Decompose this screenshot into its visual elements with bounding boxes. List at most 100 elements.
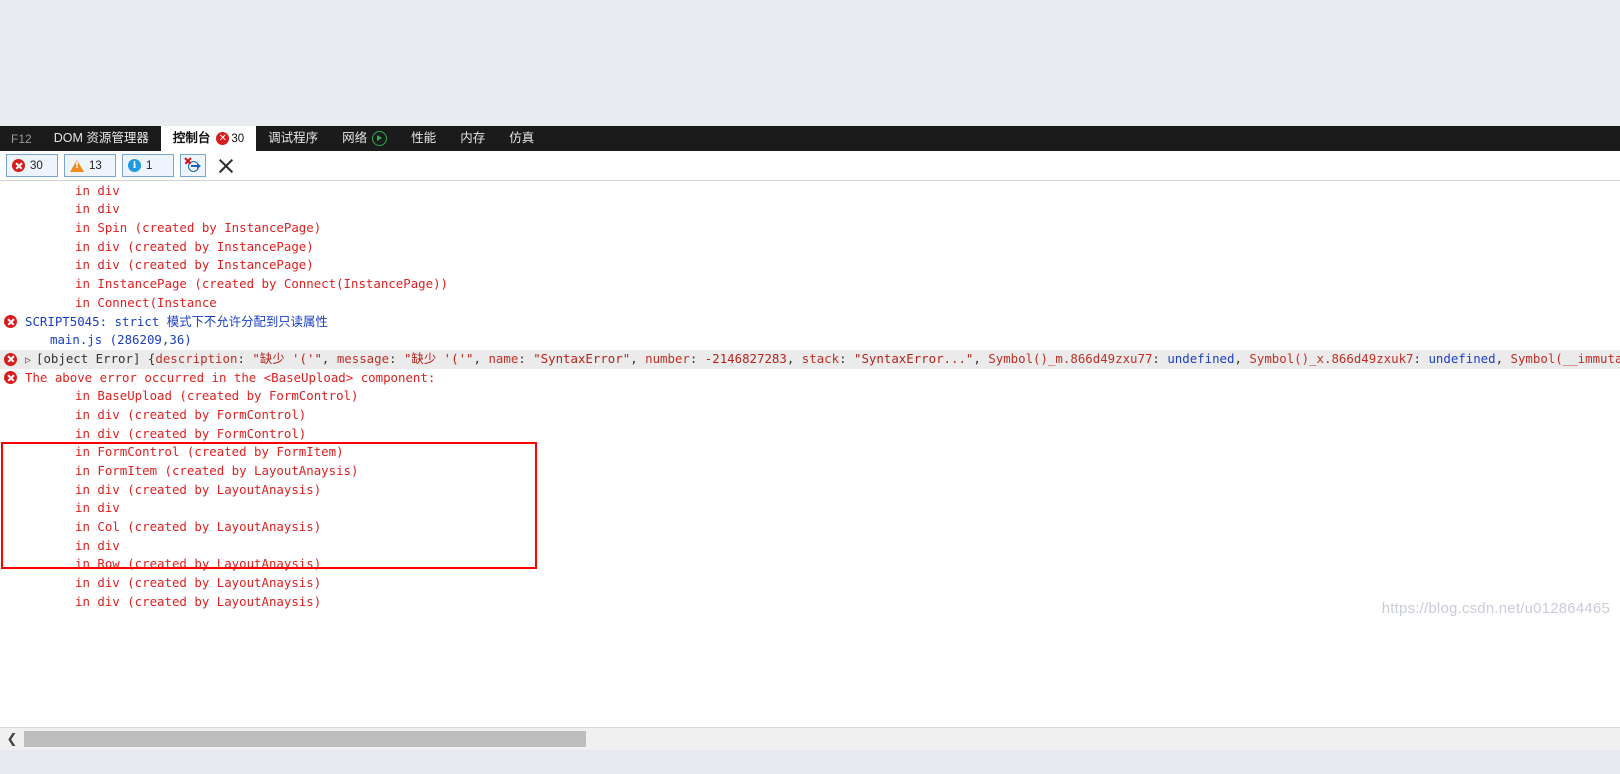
console-log-line[interactable]: main.js (286209,36): [0, 331, 1620, 350]
object-token-plain: ,: [630, 350, 646, 366]
tab-console-error-count: 30: [231, 132, 245, 145]
tab-console-label: 控制台: [172, 131, 211, 146]
console-log-list: in Connect(TemplateForm) (created by Ins…: [0, 181, 1620, 612]
console-log-line[interactable]: in Spin (created by InstancePage): [0, 219, 1620, 238]
console-log-line[interactable]: in Row (created by LayoutAnaysis): [0, 555, 1620, 574]
console-log-line[interactable]: in div (created by LayoutAnaysis): [0, 574, 1620, 593]
object-token-str: "SyntaxError...": [854, 350, 974, 366]
stack-trace-entry: in InstancePage (created by Connect(Inst…: [75, 276, 448, 292]
close-icon: [184, 157, 192, 165]
console-log-line[interactable]: in BaseUpload (created by FormControl): [0, 387, 1620, 406]
console-log-line[interactable]: ▷ [object Error] {description: "缺少 '('", …: [0, 349, 1620, 369]
filter-warnings-button[interactable]: 13: [64, 154, 116, 177]
stack-trace-entry: in div (created by InstancePage): [75, 238, 314, 254]
console-log-viewport[interactable]: in Connect(TemplateForm) (created by Ins…: [0, 181, 1620, 619]
tab-network-label: 网络: [342, 131, 368, 146]
object-token-plain: :: [389, 350, 404, 366]
tab-dom-explorer[interactable]: DOM 资源管理器: [42, 126, 161, 151]
console-log-line[interactable]: in div (created by LayoutAnaysis): [0, 481, 1620, 500]
stack-trace-entry: in Col (created by LayoutAnaysis): [75, 519, 322, 535]
object-token-undef: undefined: [1428, 350, 1496, 366]
object-token-str: "缺少 '('": [252, 350, 322, 366]
object-token-str: "缺少 '('": [403, 350, 474, 366]
stack-trace-entry: in Spin (created by InstancePage): [75, 220, 322, 236]
devtools-panel: F12 DOM 资源管理器 控制台 ✕ 30 调试程序 网络 性能 内存 仿真: [0, 126, 1620, 774]
object-token-plain: ,: [973, 350, 989, 366]
filter-errors-button[interactable]: 30: [6, 154, 58, 177]
stack-trace-entry: in div: [75, 500, 120, 516]
filter-info-button[interactable]: 1: [122, 154, 174, 177]
scroll-left-arrow-icon[interactable]: ❮: [0, 728, 24, 750]
info-icon: [128, 159, 141, 172]
object-token-key: message: [336, 350, 390, 366]
console-log-line[interactable]: in FormControl (created by FormItem): [0, 443, 1620, 462]
console-log-line[interactable]: in div (created by InstancePage): [0, 238, 1620, 257]
console-log-line[interactable]: in div: [0, 499, 1620, 518]
error-code: SCRIPT5045:: [25, 313, 108, 329]
tab-debugger[interactable]: 调试程序: [256, 126, 330, 151]
source-location-link[interactable]: main.js (286209,36): [50, 332, 192, 347]
error-count-label: 30: [30, 159, 43, 172]
warning-icon: [70, 159, 84, 172]
tab-performance[interactable]: 性能: [399, 126, 448, 151]
object-token-undef: undefined: [1167, 350, 1235, 366]
tab-dom-explorer-label: DOM 资源管理器: [53, 131, 149, 146]
console-log-line[interactable]: in FormItem (created by LayoutAnaysis): [0, 462, 1620, 481]
error-icon: [12, 159, 25, 172]
clear-on-navigate-toggle[interactable]: [180, 154, 206, 177]
console-log-line[interactable]: in div (created by FormControl): [0, 425, 1620, 444]
console-log-line[interactable]: in div: [0, 182, 1620, 201]
clear-console-button[interactable]: [215, 155, 237, 177]
console-log-line[interactable]: in div: [0, 200, 1620, 219]
tab-memory[interactable]: 内存: [448, 126, 497, 151]
object-token-plain: :: [689, 350, 705, 366]
object-token-key: stack: [801, 350, 840, 366]
arrow-right-icon: [191, 163, 201, 169]
object-token-str: "SyntaxError": [533, 350, 631, 366]
console-log-line[interactable]: in InstancePage (created by Connect(Inst…: [0, 275, 1620, 294]
object-token-plain: ,: [473, 350, 489, 366]
stack-trace-entry: in div: [75, 537, 120, 553]
devtools-tabstrip: F12 DOM 资源管理器 控制台 ✕ 30 调试程序 网络 性能 内存 仿真: [0, 126, 1620, 151]
stack-trace-entry: in BaseUpload (created by FormControl): [75, 388, 359, 404]
console-horizontal-scrollbar[interactable]: ❮: [0, 727, 1620, 750]
console-log-line[interactable]: in Col (created by LayoutAnaysis): [0, 518, 1620, 537]
console-log-line[interactable]: in div: [0, 537, 1620, 556]
object-token-key: description: [155, 350, 238, 366]
object-token-plain: ,: [786, 350, 802, 366]
tab-network[interactable]: 网络: [330, 126, 399, 151]
object-token-key: Symbol()_x.866d49zxuk7: [1249, 350, 1414, 366]
object-label: [object Error]: [36, 350, 148, 366]
object-token-plain: :: [237, 350, 253, 366]
error-message: The above error occurred in the <BaseUpl…: [25, 369, 436, 385]
console-log-line[interactable]: SCRIPT5045: strict 模式下不允许分配到只读属性: [0, 313, 1620, 332]
stack-trace-entry: in div: [75, 182, 120, 198]
console-log-line[interactable]: The above error occurred in the <BaseUpl…: [0, 369, 1620, 388]
error-icon: ✕: [216, 132, 230, 145]
scrollbar-track[interactable]: [586, 728, 1620, 750]
object-token-key: name: [488, 350, 519, 366]
error-icon: [4, 352, 17, 366]
stack-trace-entry: in div (created by FormControl): [75, 425, 307, 441]
tab-debugger-label: 调试程序: [268, 131, 319, 146]
tab-memory-label: 内存: [460, 131, 486, 146]
tab-console[interactable]: 控制台 ✕ 30: [160, 126, 257, 151]
bottom-status-strip: [0, 749, 1620, 774]
object-token-plain: :: [1152, 350, 1168, 366]
error-icon: [4, 315, 17, 329]
stack-trace-entry: in div (created by LayoutAnaysis): [75, 593, 322, 609]
console-log-line[interactable]: in div (created by FormControl): [0, 406, 1620, 425]
info-count-label: 1: [146, 159, 153, 172]
tab-emulation[interactable]: 仿真: [497, 126, 546, 151]
object-token-key: Symbol(__immutablehash__)_11.866d4: [1510, 350, 1620, 366]
error-icon: [4, 371, 17, 385]
tab-f12[interactable]: F12: [0, 126, 42, 151]
tab-emulation-label: 仿真: [509, 131, 535, 146]
warning-count-label: 13: [89, 159, 102, 172]
console-log-line[interactable]: in div (created by InstancePage): [0, 256, 1620, 275]
stack-trace-entry: in FormControl (created by FormItem): [75, 444, 344, 460]
scrollbar-thumb[interactable]: [24, 731, 586, 747]
console-log-line[interactable]: in div (created by LayoutAnaysis): [0, 593, 1620, 612]
console-log-line[interactable]: in Connect(Instance: [0, 294, 1620, 313]
object-token-key: number: [645, 350, 690, 366]
